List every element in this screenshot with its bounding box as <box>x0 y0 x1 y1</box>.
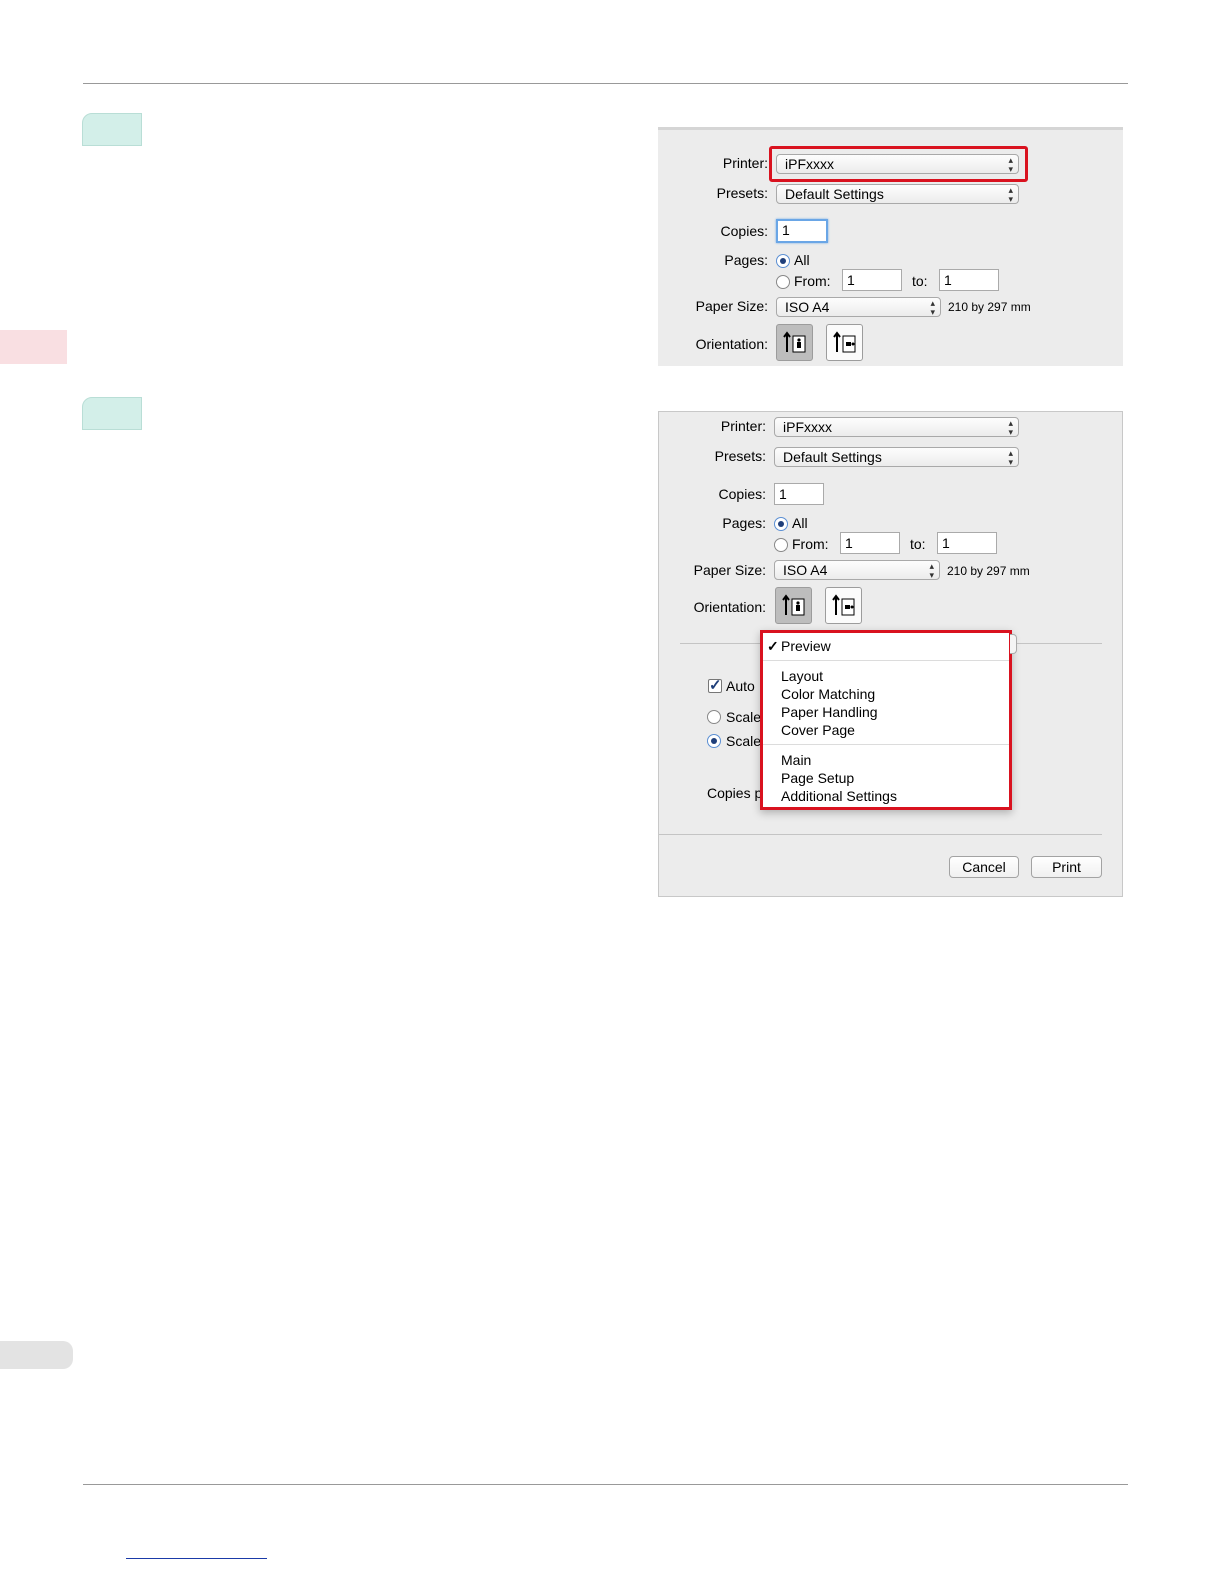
menu-item-main[interactable]: Main <box>781 752 811 768</box>
paper-size-label: Paper Size: <box>695 298 768 314</box>
menu-item-layout[interactable]: Layout <box>781 668 823 684</box>
auto-rotate-label: Auto <box>726 678 755 694</box>
print-button[interactable]: Print <box>1031 856 1102 878</box>
landscape-orientation-button[interactable] <box>825 587 862 624</box>
pages-to-field[interactable]: 1 <box>939 269 999 291</box>
printer-popup[interactable]: iPFxxxx ▴ ▾ <box>774 417 1019 437</box>
pages-label: Pages: <box>724 252 768 268</box>
orientation-label: Orientation: <box>695 336 768 352</box>
menu-separator <box>763 744 1009 745</box>
presets-label: Presets: <box>716 185 768 201</box>
pages-from-label: From: <box>794 273 831 289</box>
page-number-tab <box>0 1341 73 1369</box>
pages-from-field[interactable]: 1 <box>840 532 900 554</box>
scale-radio-2[interactable] <box>707 734 721 748</box>
pages-all-label: All <box>794 252 810 268</box>
auto-rotate-checkbox[interactable] <box>708 676 722 694</box>
pages-from-radio[interactable] <box>776 275 790 289</box>
portrait-icon <box>783 331 806 353</box>
pages-from-radio[interactable] <box>774 538 788 552</box>
paper-size-label: Paper Size: <box>693 562 766 578</box>
landscape-icon <box>833 331 856 353</box>
portrait-orientation-button[interactable] <box>776 324 813 361</box>
chapter-side-tab <box>0 330 67 364</box>
popup-arrows-icon: ▴ ▾ <box>929 561 934 580</box>
copies-field[interactable]: 1 <box>776 219 828 243</box>
scale-radio-1[interactable] <box>707 710 721 724</box>
printer-label: Printer: <box>722 155 768 171</box>
menu-item-page-setup[interactable]: Page Setup <box>781 770 854 786</box>
paper-size-popup[interactable]: ISO A4 ▴ ▾ <box>776 297 941 317</box>
portrait-orientation-button[interactable] <box>775 587 812 624</box>
footer-rule <box>83 1484 1128 1485</box>
presets-popup[interactable]: Default Settings ▴ ▾ <box>774 447 1019 467</box>
popup-arrows-icon: ▴ ▾ <box>1008 185 1013 204</box>
landscape-orientation-button[interactable] <box>826 324 863 361</box>
scale-label-1: Scale <box>726 709 762 725</box>
pages-to-label: to: <box>910 536 926 552</box>
cancel-button[interactable]: Cancel <box>949 856 1019 878</box>
copies-label: Copies: <box>718 486 766 502</box>
presets-popup[interactable]: Default Settings ▴ ▾ <box>776 184 1019 204</box>
copies-label: Copies: <box>720 223 768 239</box>
printer-value: iPFxxxx <box>783 419 832 435</box>
pages-label: Pages: <box>722 515 766 531</box>
panel-menu-dropdown: ✓ Preview Layout Color Matching Paper Ha… <box>760 630 1012 810</box>
portrait-icon <box>782 594 805 616</box>
header-rule <box>83 83 1128 84</box>
paper-size-popup[interactable]: ISO A4 ▴ ▾ <box>774 560 940 580</box>
print-dialog-step1: Printer: iPFxxxx ▴ ▾ Presets: Default Set… <box>658 127 1123 366</box>
footer-divider <box>659 834 1102 835</box>
footer-link-underline[interactable] <box>126 1558 267 1559</box>
menu-separator <box>763 660 1009 661</box>
pages-to-label: to: <box>912 273 928 289</box>
scale-label-2: Scale <box>726 733 762 749</box>
printer-highlight-box <box>769 146 1028 182</box>
paper-size-value: ISO A4 <box>783 562 828 578</box>
pages-from-field[interactable]: 1 <box>842 269 902 291</box>
paper-dimensions: 210 by 297 mm <box>948 300 1031 314</box>
presets-value: Default Settings <box>783 449 882 465</box>
printer-label: Printer: <box>720 418 766 434</box>
paper-dimensions: 210 by 297 mm <box>947 564 1030 578</box>
pages-to-field[interactable]: 1 <box>937 532 997 554</box>
step-badge-2 <box>82 397 142 430</box>
menu-item-additional-settings[interactable]: Additional Settings <box>781 788 897 804</box>
presets-label: Presets: <box>714 448 766 464</box>
pages-from-label: From: <box>792 536 829 552</box>
presets-value: Default Settings <box>785 186 884 202</box>
step-badge-1 <box>82 113 142 146</box>
pages-all-label: All <box>792 515 808 531</box>
copies-field[interactable]: 1 <box>774 483 824 505</box>
menu-check-icon: ✓ <box>767 638 779 654</box>
menu-item-cover-page[interactable]: Cover Page <box>781 722 855 738</box>
orientation-label: Orientation: <box>693 599 766 615</box>
popup-arrows-icon: ▴ ▾ <box>930 298 935 317</box>
pages-all-radio[interactable] <box>774 517 788 531</box>
popup-arrows-icon: ▴ ▾ <box>1008 448 1013 467</box>
landscape-icon <box>832 594 855 616</box>
pages-all-radio[interactable] <box>776 254 790 268</box>
paper-size-value: ISO A4 <box>785 299 830 315</box>
menu-item-color-matching[interactable]: Color Matching <box>781 686 875 702</box>
popup-arrows-icon: ▴ ▾ <box>1008 418 1013 437</box>
menu-popup-edge <box>1010 634 1017 654</box>
menu-item-paper-handling[interactable]: Paper Handling <box>781 704 878 720</box>
copies-per-page-label: Copies p <box>707 785 763 801</box>
menu-item-preview[interactable]: Preview <box>781 638 831 654</box>
